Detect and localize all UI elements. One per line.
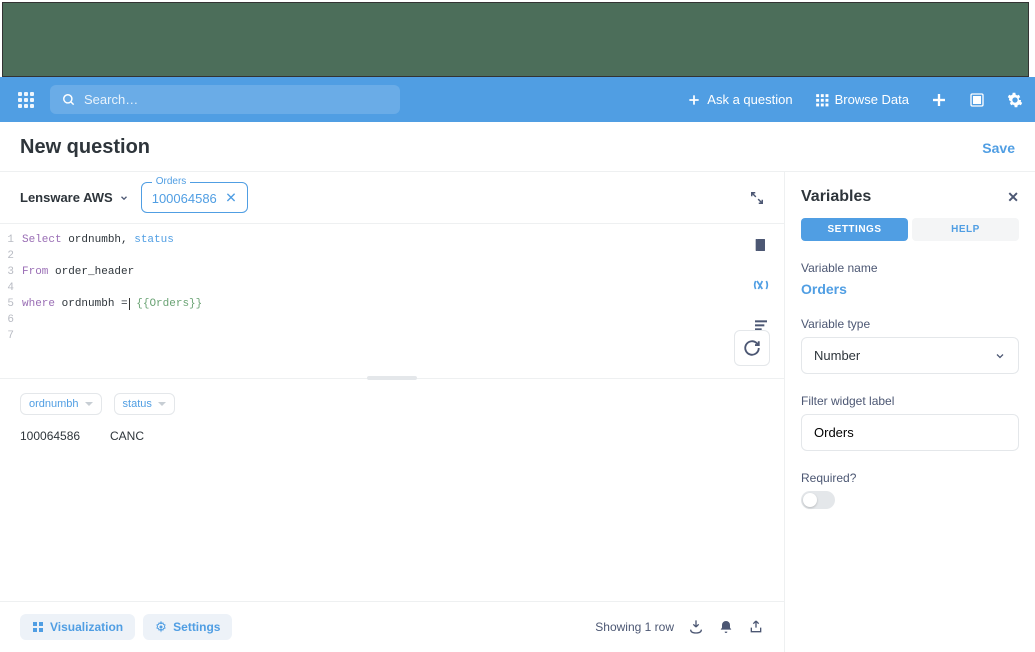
search-icon — [62, 93, 76, 107]
bottom-bar: Visualization Settings Showing 1 row — [0, 602, 784, 652]
gear-small-icon — [155, 621, 167, 633]
page-title: New question — [20, 136, 150, 159]
archive-button[interactable] — [969, 92, 985, 108]
variable-type-label: Variable type — [801, 317, 1019, 331]
settings-button[interactable] — [1007, 92, 1023, 108]
tab-help[interactable]: HELP — [912, 218, 1019, 241]
filter-bar: Lensware AWS Orders 100064586 ✕ — [0, 172, 784, 224]
row-count: Showing 1 row — [595, 620, 674, 634]
book-icon — [753, 237, 769, 253]
variable-name-label: Variable name — [801, 261, 1019, 275]
filter-widget-label: Filter widget label — [801, 394, 1019, 408]
variables-button[interactable] — [752, 276, 770, 294]
sql-editor[interactable]: 1234567 Select ordnumbh, status From ord… — [0, 224, 784, 378]
tab-settings[interactable]: SETTINGS — [801, 218, 908, 241]
add-button[interactable] — [931, 92, 947, 108]
table-icon — [32, 621, 44, 633]
ask-question-link[interactable]: Ask a question — [687, 92, 792, 107]
collapse-editor-button[interactable] — [750, 191, 764, 205]
database-selector[interactable]: Lensware AWS — [20, 190, 129, 205]
settings-button-bottom[interactable]: Settings — [143, 614, 232, 640]
variables-panel: Variables ✕ SETTINGS HELP Variable name … — [785, 172, 1035, 652]
required-label: Required? — [801, 471, 1019, 485]
share-icon[interactable] — [748, 619, 764, 635]
cell-ordnumbh: 100064586 — [20, 429, 98, 443]
grid-icon — [815, 93, 829, 107]
header-row: New question Save — [0, 122, 1035, 171]
browse-label: Browse Data — [835, 92, 909, 107]
search-input[interactable] — [84, 92, 388, 107]
variable-icon — [753, 277, 769, 293]
save-button[interactable]: Save — [982, 140, 1015, 156]
variable-name-value[interactable]: Orders — [801, 281, 1019, 297]
required-toggle[interactable] — [801, 491, 835, 509]
close-panel-button[interactable]: ✕ — [1007, 189, 1019, 206]
table-row: 100064586 CANC — [20, 425, 764, 447]
filter-widget-input[interactable] — [801, 414, 1019, 451]
variable-pill-value: 100064586 — [152, 191, 217, 206]
plus-icon — [687, 93, 701, 107]
column-header-status[interactable]: status — [114, 393, 175, 415]
panel-title: Variables — [801, 188, 871, 206]
refresh-icon — [743, 339, 761, 357]
visualization-button[interactable]: Visualization — [20, 614, 135, 640]
bell-icon[interactable] — [718, 619, 734, 635]
archive-icon — [969, 92, 985, 108]
contract-icon — [750, 191, 764, 205]
browse-data-link[interactable]: Browse Data — [815, 92, 909, 107]
download-icon[interactable] — [688, 619, 704, 635]
line-gutter: 1234567 — [0, 224, 18, 378]
reference-button[interactable] — [752, 236, 770, 254]
code-area[interactable]: Select ordnumbh, status From order_heade… — [18, 224, 784, 378]
cell-status: CANC — [110, 429, 144, 443]
resize-handle[interactable] — [367, 376, 417, 380]
database-name: Lensware AWS — [20, 190, 113, 205]
chevron-down-icon — [119, 193, 129, 203]
results-table: ordnumbh status 100064586 CANC — [0, 378, 784, 447]
column-header-ordnumbh[interactable]: ordnumbh — [20, 393, 102, 415]
chevron-down-icon — [994, 350, 1006, 362]
search-box[interactable] — [50, 85, 400, 114]
run-query-button[interactable] — [734, 330, 770, 366]
top-banner — [2, 2, 1029, 77]
variable-pill-clear[interactable]: ✕ — [225, 189, 237, 206]
plus-bold-icon — [931, 92, 947, 108]
variable-type-select[interactable]: Number — [801, 337, 1019, 374]
ask-label: Ask a question — [707, 92, 792, 107]
variable-pill[interactable]: Orders 100064586 ✕ — [141, 182, 248, 213]
logo[interactable] — [12, 86, 40, 114]
gear-icon — [1007, 92, 1023, 108]
variable-pill-label: Orders — [152, 176, 191, 187]
navbar: Ask a question Browse Data — [0, 77, 1035, 122]
